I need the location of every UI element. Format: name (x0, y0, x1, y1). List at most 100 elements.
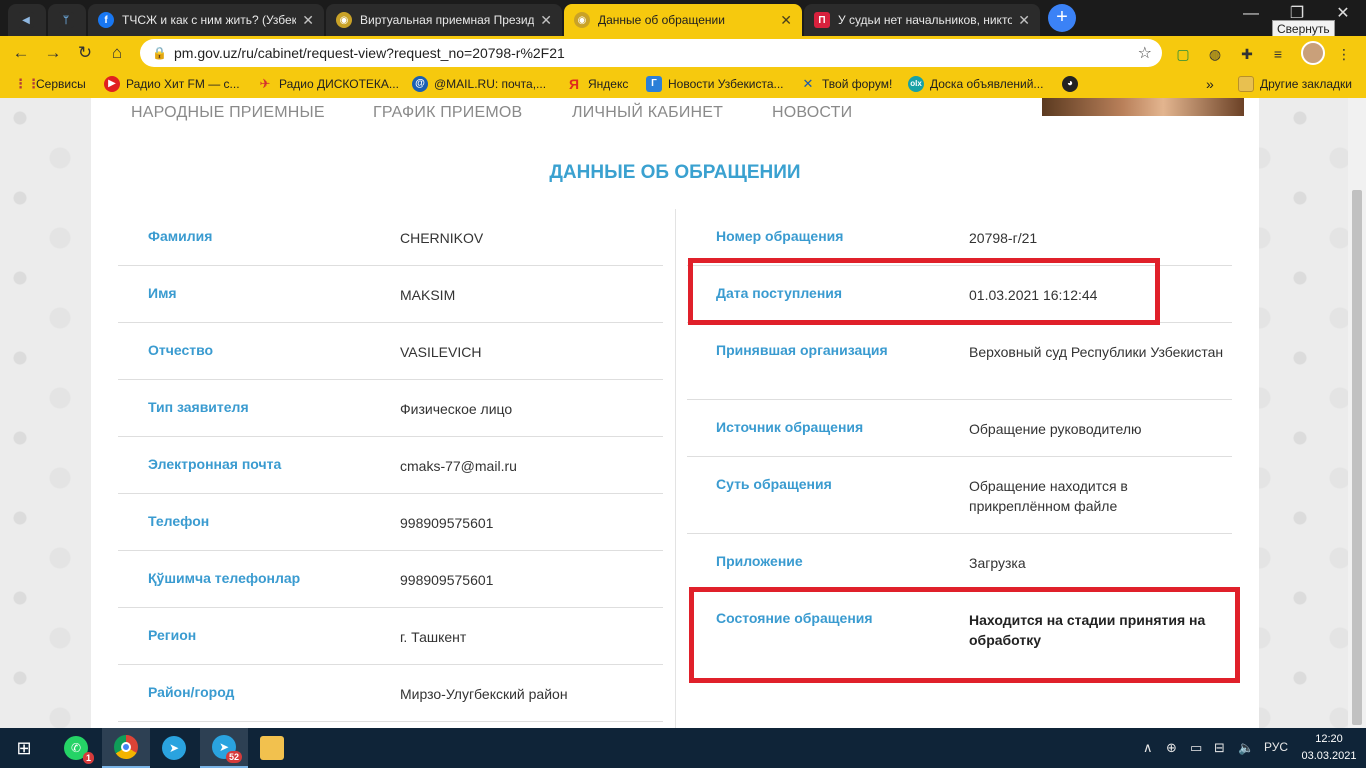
field-label: Тип заявителя (148, 399, 249, 415)
info-row-name: Имя MAKSIM (118, 266, 663, 323)
tab-judge-article[interactable]: П У судьи нет начальников, никто ✕ (804, 4, 1040, 36)
bookmark-news-uz[interactable]: Г Новости Узбекиста... (646, 76, 784, 92)
bookmark-label: Твой форум! (822, 77, 893, 91)
bookmark-olx[interactable]: olx Доска объявлений... (908, 76, 1043, 92)
new-tab-button[interactable]: + (1048, 4, 1076, 32)
volume-icon[interactable]: 🔈 (1238, 740, 1254, 756)
address-bar[interactable]: 🔒 pm.gov.uz/ru/cabinet/request-view?requ… (140, 39, 1162, 67)
nav-people-receptions[interactable]: НАРОДНЫЕ ПРИЕМНЫЕ (131, 104, 325, 122)
field-value: 998909575601 (400, 515, 494, 531)
emblem-icon: ◉ (336, 12, 352, 28)
tab-facebook[interactable]: f ТЧСЖ и как с ним жить? (Узбекистан) ✕ (88, 4, 324, 36)
taskbar-app-telegram-2[interactable]: ➤ 52 (200, 728, 248, 768)
scrollbar-thumb[interactable] (1352, 190, 1362, 725)
nav-reception-schedule[interactable]: ГРАФИК ПРИЕМОВ (373, 104, 522, 122)
extensions-puzzle-icon[interactable]: ✚ (1237, 44, 1257, 64)
field-value: VASILEVICH (400, 344, 482, 360)
tab-title: Виртуальная приемная Президента (360, 13, 535, 27)
network-icon[interactable]: ⊟ (1214, 740, 1225, 756)
field-value: г. Ташкент (400, 629, 467, 645)
bookmark-forum[interactable]: ✕ Твой форум! (800, 76, 893, 92)
screenshot-extension-icon[interactable]: ▢ (1173, 44, 1193, 64)
info-row-attachment: Приложение Загрузка (687, 534, 1232, 591)
field-label: Имя (148, 285, 177, 301)
tab-request-data[interactable]: ◉ Данные об обращении ✕ (564, 4, 802, 36)
reload-button[interactable]: ↻ (72, 40, 98, 66)
clock-time: 12:20 (1315, 733, 1343, 745)
bookmark-label: Сервисы (36, 77, 86, 91)
tab-virtual-reception[interactable]: ◉ Виртуальная приемная Президента ✕ (326, 4, 562, 36)
bookmark-star-icon[interactable]: ☆ (1138, 43, 1152, 63)
bookmark-label: Радио ДИСКОТЕКА... (279, 77, 399, 91)
globe-icon: ◕ (1062, 76, 1078, 92)
language-indicator[interactable]: РУС (1264, 740, 1288, 754)
download-link[interactable]: Загрузка (969, 553, 1229, 573)
clock-date: 03.03.2021 (1301, 750, 1357, 762)
close-tab-icon[interactable]: ✕ (302, 12, 314, 29)
page-scrollbar[interactable] (1348, 98, 1366, 728)
start-button[interactable]: ⊞ (0, 728, 48, 768)
system-clock[interactable]: 12:20 03.03.2021 (1296, 731, 1362, 765)
close-tab-icon[interactable]: ✕ (780, 12, 792, 29)
info-row-extra-phones: Қўшимча телефонлар 998909575601 (118, 551, 663, 608)
info-row-phone: Телефон 998909575601 (118, 494, 663, 551)
yandex-icon: Я (568, 76, 580, 92)
bookmark-yandex[interactable]: Я Яндекс (566, 76, 628, 92)
taskbar-app-chrome[interactable] (102, 728, 150, 768)
profile-avatar[interactable] (1301, 41, 1325, 65)
other-bookmarks[interactable]: Другие закладки (1238, 76, 1352, 92)
play-icon: ▶ (104, 76, 120, 92)
field-label: Приложение (716, 553, 803, 569)
tab-title: ТЧСЖ и как с ним жить? (Узбекистан) (122, 13, 297, 27)
forward-button[interactable]: → (40, 40, 66, 66)
taskbar-app-explorer[interactable] (248, 728, 296, 768)
close-tab-icon[interactable]: ✕ (540, 12, 552, 29)
bookmarks-overflow[interactable]: » (1206, 76, 1214, 92)
bookmark-apps[interactable]: ⋮⋮ Сервисы (14, 76, 86, 92)
bookmark-discoteka[interactable]: ✈ Радио ДИСКОТЕКА... (257, 76, 399, 92)
field-label: Номер обращения (716, 228, 844, 244)
translate-extension-icon[interactable]: ◍ (1205, 44, 1225, 64)
field-label: Регион (148, 627, 197, 643)
nav-news[interactable]: НОВОСТИ (772, 104, 852, 122)
forum-icon: ✕ (802, 76, 814, 91)
highlight-box-status (689, 587, 1240, 683)
field-label: Электронная почта (148, 456, 282, 472)
folder-icon (260, 736, 284, 760)
bookmark-mailru[interactable]: @ @MAIL.RU: почта,... (412, 76, 546, 92)
telegram-icon: ➤ 52 (212, 735, 242, 763)
url-text: pm.gov.uz/ru/cabinet/request-view?reques… (174, 45, 565, 61)
bookmark-hitfm[interactable]: ▶ Радио Хит FM — с... (104, 76, 240, 92)
info-row-source: Источник обращения Обращение руководител… (687, 400, 1232, 457)
media-control-icon[interactable]: ≡ (1268, 44, 1288, 64)
windows-taskbar: ⊞ ✆ 1 ➤ ➤ 52 ∧ ⊕ ▭ ⊟ 🔈 РУС 12:20 03.03.2… (0, 728, 1366, 768)
p-icon: П (814, 12, 830, 28)
taskbar-app-telegram[interactable]: ➤ (150, 728, 198, 768)
tray-monitor-icon[interactable]: ▭ (1190, 740, 1202, 756)
bookmark-label: Яндекс (588, 77, 629, 91)
field-value: CHERNIKOV (400, 230, 484, 246)
back-button[interactable]: ← (8, 40, 34, 66)
field-label: Источник обращения (716, 419, 864, 435)
field-value: Мирзо-Улугбекский район (400, 686, 568, 702)
field-value: MAKSIM (400, 287, 456, 303)
field-value: Верховный суд Республики Узбекистан (969, 344, 1224, 360)
close-tab-icon[interactable]: ✕ (1018, 12, 1030, 29)
tab-pinned[interactable]: ᛘ (48, 4, 86, 36)
field-value: cmaks-77@mail.ru (400, 458, 517, 474)
menu-icon[interactable]: ⋮ (1334, 44, 1354, 64)
content-panel: НАРОДНЫЕ ПРИЕМНЫЕ ГРАФИК ПРИЕМОВ ЛИЧНЫЙ … (91, 98, 1259, 728)
home-button[interactable]: ⌂ (104, 40, 130, 66)
info-row-district: Район/город Мирзо-Улугбекский район (118, 665, 663, 722)
minimize-button[interactable]: — (1228, 0, 1274, 30)
tray-chevron-icon[interactable]: ∧ (1143, 740, 1153, 756)
tab-audio[interactable]: ◀ (8, 4, 46, 36)
notification-badge: 52 (225, 751, 242, 763)
taskbar-app-whatsapp[interactable]: ✆ 1 (52, 728, 100, 768)
info-row-applicant-type: Тип заявителя Физическое лицо (118, 380, 663, 437)
tray-app-icon[interactable]: ⊕ (1166, 740, 1177, 756)
nav-personal-cabinet[interactable]: ЛИЧНЫЙ КАБИНЕТ (572, 104, 723, 122)
field-value: Обращение руководителю (969, 421, 1142, 437)
tab-title: Данные об обращении (598, 13, 725, 27)
bookmark-globe[interactable]: ◕ (1062, 76, 1084, 92)
